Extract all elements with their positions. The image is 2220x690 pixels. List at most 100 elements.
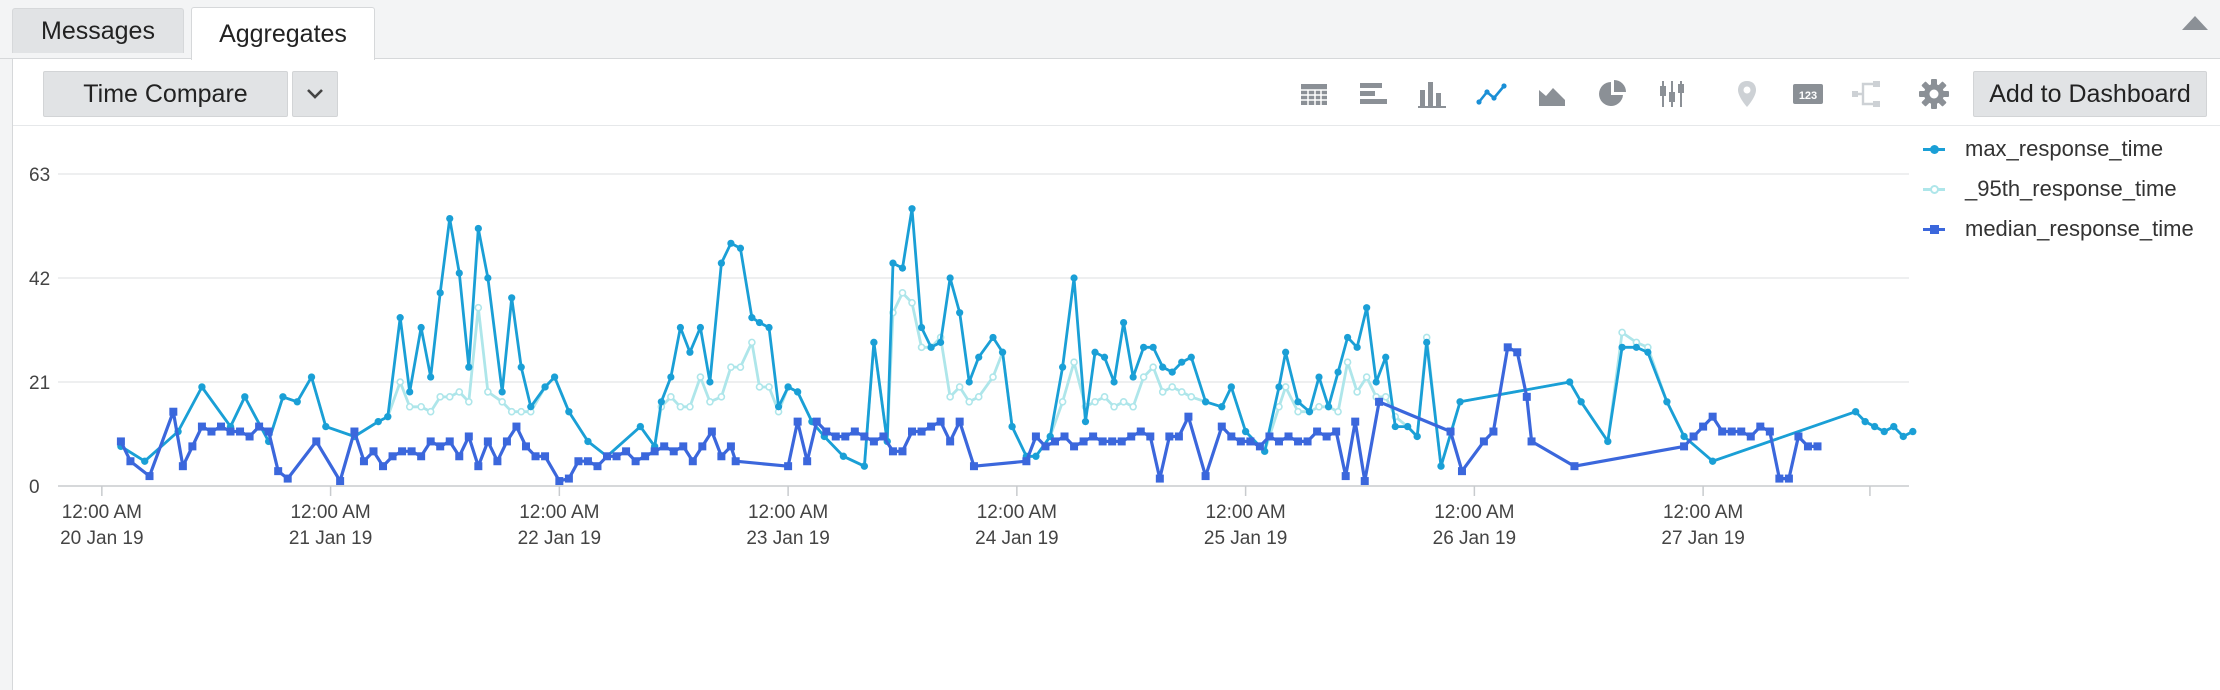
map-pin-icon[interactable]: [1731, 78, 1763, 110]
data-point: [236, 427, 245, 436]
y-tick-label: 21: [29, 373, 50, 394]
data-point: [1632, 343, 1641, 351]
box-plot-icon[interactable]: [1656, 78, 1688, 110]
line-chart-icon[interactable]: [1476, 78, 1508, 110]
data-point: [908, 205, 916, 213]
data-point: [755, 383, 764, 391]
tab-aggregates[interactable]: Aggregates: [191, 7, 375, 60]
data-point: [1149, 363, 1157, 371]
data-point: [1303, 437, 1312, 446]
gear-icon[interactable]: [1917, 77, 1951, 111]
collapse-panel-icon[interactable]: [2182, 16, 2208, 30]
data-point: [427, 373, 435, 381]
x-tick-label-date: 23 Jan 19: [746, 528, 829, 549]
data-point: [1456, 398, 1464, 406]
data-point: [1315, 373, 1323, 381]
data-point: [1604, 437, 1612, 446]
add-to-dashboard-button[interactable]: Add to Dashboard: [1973, 71, 2207, 117]
data-point: [1381, 393, 1390, 401]
data-point: [676, 402, 685, 411]
data-point: [464, 432, 473, 441]
time-compare-button[interactable]: Time Compare: [43, 71, 288, 117]
data-point: [1149, 343, 1157, 351]
data-point: [498, 388, 506, 396]
tab-messages[interactable]: Messages: [12, 8, 184, 53]
data-point: [1413, 432, 1421, 441]
data-point: [860, 432, 869, 441]
data-point: [436, 442, 445, 451]
data-point: [1890, 422, 1898, 431]
data-point: [498, 398, 506, 406]
data-point: [1880, 427, 1888, 436]
data-point: [1680, 432, 1688, 441]
data-point: [1100, 353, 1109, 361]
data-point: [1479, 437, 1488, 446]
data-point: [1334, 368, 1342, 376]
data-point: [445, 437, 454, 446]
horizontal-bar-icon[interactable]: [1357, 78, 1389, 110]
data-point: [1709, 457, 1717, 465]
sankey-icon[interactable]: [1851, 78, 1883, 110]
data-point: [1909, 427, 1917, 436]
series-max-response-time: [117, 205, 1917, 470]
column-chart-icon[interactable]: [1416, 78, 1448, 110]
data-point: [1375, 397, 1384, 406]
data-point: [937, 338, 945, 346]
data-point: [850, 427, 859, 436]
data-point: [898, 447, 907, 456]
data-point: [1360, 477, 1369, 486]
x-tick-label-time: 12:00 AM: [62, 502, 142, 523]
time-compare-dropdown-button[interactable]: [292, 71, 338, 117]
data-point: [565, 408, 573, 416]
data-point: [755, 318, 764, 327]
data-point: [426, 437, 435, 446]
data-point: [1140, 343, 1148, 351]
data-point: [1899, 432, 1907, 441]
single-value-icon[interactable]: 123: [1791, 78, 1825, 110]
data-point: [436, 393, 445, 401]
data-point: [696, 373, 705, 381]
data-point: [1305, 408, 1314, 416]
data-point: [436, 289, 444, 297]
data-point: [379, 462, 388, 471]
data-point: [657, 398, 665, 406]
data-point: [483, 437, 492, 446]
data-point: [860, 462, 868, 470]
svg-text:123: 123: [1799, 90, 1817, 102]
table-icon[interactable]: [1298, 78, 1330, 110]
data-point: [169, 407, 178, 416]
data-point: [793, 417, 802, 426]
data-point: [676, 323, 685, 332]
data-point: [1527, 437, 1536, 446]
data-point: [688, 457, 697, 466]
legend-item[interactable]: median_response_time: [1923, 214, 2220, 244]
legend-item[interactable]: _95th_response_time: [1923, 174, 2220, 204]
data-point: [1187, 393, 1196, 401]
data-point: [541, 383, 549, 391]
data-point: [1136, 427, 1145, 436]
data-point: [474, 462, 483, 471]
data-point: [736, 363, 745, 371]
data-point: [1570, 462, 1579, 471]
data-point: [879, 432, 888, 441]
data-point: [1618, 343, 1626, 351]
data-point: [1032, 452, 1040, 460]
series-line: [120, 291, 1914, 468]
data-point: [374, 418, 382, 426]
data-point: [1275, 383, 1283, 391]
data-point: [1372, 378, 1380, 386]
series-line: [120, 207, 1914, 468]
data-point: [1423, 338, 1431, 346]
data-point: [1353, 343, 1361, 351]
data-point: [1351, 417, 1360, 426]
data-point: [1165, 432, 1174, 441]
data-point: [405, 402, 414, 411]
data-point: [508, 294, 516, 302]
pie-chart-icon[interactable]: [1596, 78, 1628, 110]
data-point: [660, 442, 669, 451]
area-chart-icon[interactable]: [1536, 78, 1568, 110]
legend-item[interactable]: max_response_time: [1923, 134, 2220, 164]
data-point: [1446, 427, 1455, 436]
y-tick-label: 42: [29, 269, 50, 290]
data-point: [583, 457, 592, 466]
